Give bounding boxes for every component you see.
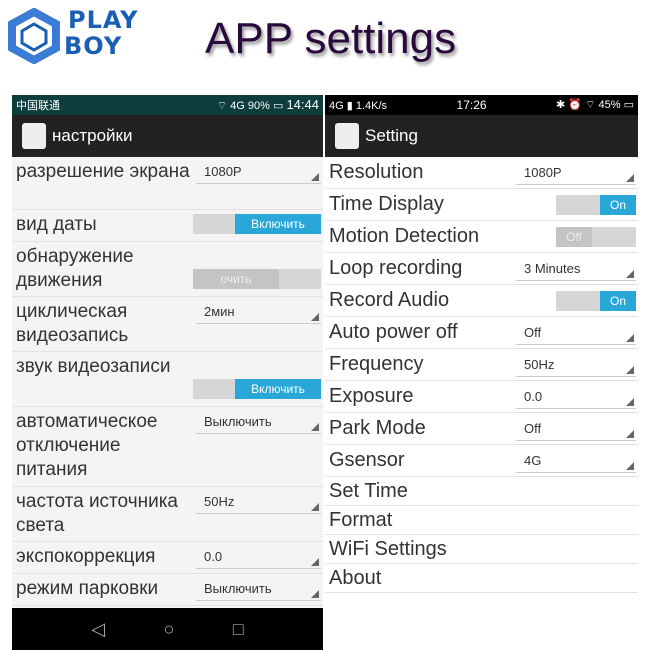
setting-select[interactable]: Выключить bbox=[196, 579, 321, 601]
setting-select[interactable]: 2мин bbox=[196, 302, 321, 324]
toggle-label: очить bbox=[193, 269, 279, 289]
setting-toggle[interactable]: Включить bbox=[193, 379, 321, 399]
battery-level: 90% bbox=[247, 100, 270, 112]
toolbar-title: Setting bbox=[365, 126, 418, 145]
app-icon bbox=[335, 123, 359, 149]
home-icon[interactable]: ○ bbox=[164, 619, 175, 640]
toggle-label: On bbox=[600, 291, 636, 311]
setting-select[interactable]: 1080P bbox=[516, 163, 636, 185]
setting-select[interactable]: 0.0 bbox=[516, 387, 636, 409]
setting-row[interactable]: экспокоррекция 0.0 bbox=[12, 542, 323, 574]
toggle-label: Включить bbox=[235, 379, 321, 399]
setting-select[interactable]: Off bbox=[516, 323, 636, 345]
page-title: APP settings bbox=[205, 14, 457, 63]
clock: 14:44 bbox=[286, 97, 319, 112]
setting-row[interactable]: Format bbox=[325, 506, 638, 535]
nav-bar: ◁ ○ □ bbox=[12, 608, 323, 650]
setting-toggle[interactable]: Включить bbox=[193, 214, 321, 234]
battery-level: 45% bbox=[598, 99, 621, 111]
status-bar: 中国联通 ⌔ 4G 90% ▭ 14:44 bbox=[12, 95, 323, 115]
setting-row[interactable]: автоматическое отключение питания Выключи… bbox=[12, 407, 323, 487]
setting-row[interactable]: WiFi Settings bbox=[325, 535, 638, 564]
setting-label: Format bbox=[329, 509, 393, 531]
setting-label: разрешение экрана bbox=[16, 161, 190, 182]
setting-row[interactable]: режим парковки Выключить bbox=[12, 574, 323, 606]
setting-label: звук видеозаписи bbox=[16, 356, 171, 377]
setting-row[interactable]: Auto power off Off bbox=[325, 317, 638, 349]
setting-label: экспокоррекция bbox=[16, 546, 156, 567]
setting-row[interactable]: звук видеозаписи Включить bbox=[12, 352, 323, 407]
setting-label: автоматическое отключение питания bbox=[16, 411, 158, 480]
setting-select[interactable]: 1080P bbox=[196, 162, 321, 184]
setting-label: циклическая видеозапись bbox=[16, 301, 129, 346]
toolbar: настройки bbox=[12, 115, 323, 157]
setting-label: режим парковки bbox=[16, 578, 159, 599]
network: 4G bbox=[230, 100, 245, 112]
setting-row[interactable]: Loop recording 3 Minutes bbox=[325, 253, 638, 285]
setting-toggle[interactable]: Off bbox=[556, 227, 636, 247]
setting-toggle[interactable]: On bbox=[556, 195, 636, 215]
setting-toggle[interactable]: On bbox=[556, 291, 636, 311]
signal-icon: ▮ bbox=[346, 99, 353, 112]
clock: 17:26 bbox=[456, 98, 487, 112]
setting-select[interactable]: 4G bbox=[516, 451, 636, 473]
setting-row[interactable]: About bbox=[325, 564, 638, 593]
phone-russian: 中国联通 ⌔ 4G 90% ▭ 14:44 настройки разрешен… bbox=[12, 95, 323, 650]
setting-select[interactable]: Выключить bbox=[196, 412, 321, 434]
wifi-icon: ⌔ bbox=[216, 100, 231, 112]
setting-label: вид даты bbox=[16, 214, 97, 235]
toggle-label: Off bbox=[556, 227, 592, 247]
setting-label: WiFi Settings bbox=[329, 538, 447, 560]
carrier: 中国联通 bbox=[16, 100, 60, 112]
setting-toggle[interactable]: очить bbox=[193, 269, 321, 289]
app-icon bbox=[22, 123, 46, 149]
setting-row[interactable]: Record Audio On bbox=[325, 285, 638, 317]
logo-text-2: BOY bbox=[64, 32, 123, 60]
setting-select[interactable]: 50Hz bbox=[516, 355, 636, 377]
setting-row[interactable]: Park Mode Off bbox=[325, 413, 638, 445]
setting-row[interactable]: Frequency 50Hz bbox=[325, 349, 638, 381]
setting-label: обнаружение движения bbox=[16, 246, 134, 291]
setting-select[interactable]: 3 Minutes bbox=[516, 259, 636, 281]
back-icon[interactable]: ◁ bbox=[91, 619, 105, 640]
setting-row[interactable]: Motion Detection Off bbox=[325, 221, 638, 253]
toolbar-title: настройки bbox=[52, 126, 133, 145]
status-bar: 4G ▮ 1.4K/s 17:26 ✱ ⏰ ⌔ 45% ▭ bbox=[325, 95, 638, 115]
setting-row[interactable]: обнаружение движения очить bbox=[12, 242, 323, 297]
recents-icon[interactable]: □ bbox=[233, 619, 244, 640]
battery-icon: ▭ bbox=[272, 100, 284, 112]
setting-label: About bbox=[329, 567, 382, 589]
setting-row[interactable]: циклическая видеозапись 2мин bbox=[12, 297, 323, 352]
setting-row[interactable]: Set Time bbox=[325, 477, 638, 506]
setting-row[interactable]: Time Display On bbox=[325, 189, 638, 221]
phone-english: 4G ▮ 1.4K/s 17:26 ✱ ⏰ ⌔ 45% ▭ Setting Re… bbox=[325, 95, 638, 608]
brand-logo: PLAY BOY bbox=[6, 6, 146, 66]
toggle-label: On bbox=[600, 195, 636, 215]
logo-text-1: PLAY bbox=[68, 6, 139, 34]
toolbar: Setting bbox=[325, 115, 638, 157]
net-speed: 1.4K/s bbox=[355, 99, 388, 112]
setting-row[interactable]: Gsensor 4G bbox=[325, 445, 638, 477]
setting-select[interactable]: Off bbox=[516, 419, 636, 441]
setting-row[interactable]: разрешение экрана 1080P bbox=[12, 157, 323, 210]
battery-icon: ▭ bbox=[623, 99, 634, 111]
setting-label: частота источника света bbox=[16, 491, 178, 536]
setting-label: Set Time bbox=[329, 480, 408, 502]
logo-mark-icon bbox=[8, 8, 60, 64]
toggle-label: Включить bbox=[235, 214, 321, 234]
bluetooth-icon: ✱ bbox=[556, 99, 566, 111]
network: 4G bbox=[329, 99, 344, 112]
setting-row[interactable]: вид даты Включить bbox=[12, 210, 323, 242]
wifi-icon: ⌔ bbox=[585, 99, 596, 111]
alarm-icon: ⏰ bbox=[568, 99, 583, 111]
setting-select[interactable]: 0.0 bbox=[196, 547, 321, 569]
setting-row[interactable]: Exposure 0.0 bbox=[325, 381, 638, 413]
setting-select[interactable]: 50Hz bbox=[196, 492, 321, 514]
setting-row[interactable]: Resolution 1080P bbox=[325, 157, 638, 189]
setting-row[interactable]: частота источника света 50Hz bbox=[12, 487, 323, 542]
